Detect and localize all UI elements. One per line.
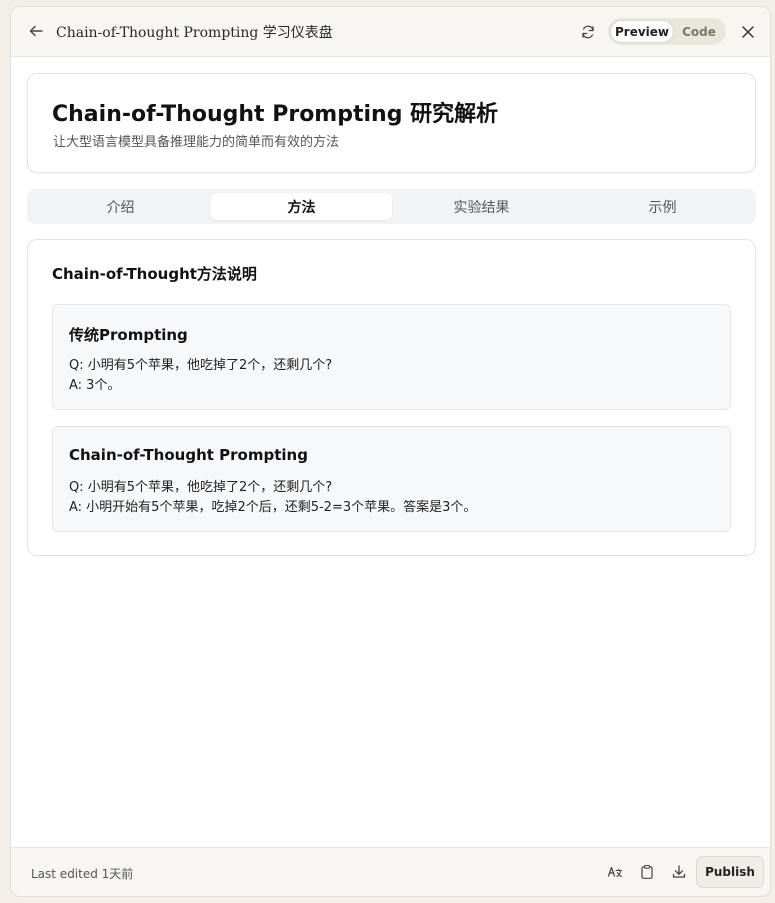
- code-toggle-option[interactable]: Code: [674, 20, 724, 43]
- clipboard-icon: [641, 864, 653, 879]
- tab-method[interactable]: 方法: [211, 193, 392, 220]
- translate-button[interactable]: [604, 861, 626, 883]
- example-answer: A: 小明开始有5个苹果，吃掉2个后，还剩5-2=3个苹果。答案是3个。: [69, 500, 477, 515]
- refresh-icon: [582, 25, 594, 39]
- download-button[interactable]: [668, 861, 690, 883]
- translate-icon: [607, 866, 623, 878]
- copy-button[interactable]: [636, 861, 658, 883]
- top-bar: Chain-of-Thought Prompting 学习仪表盘 Preview…: [11, 7, 770, 57]
- artifact-window: Chain-of-Thought Prompting 学习仪表盘 Preview…: [10, 6, 771, 897]
- cot-prompting-example: Chain-of-Thought Prompting Q: 小明有5个苹果，他吃…: [52, 426, 731, 532]
- preview-content: Chain-of-Thought Prompting 研究解析 让大型语言模型具…: [11, 58, 770, 848]
- page-title: Chain-of-Thought Prompting 研究解析: [52, 102, 499, 127]
- tab-bar: 介绍 方法 实验结果 示例: [27, 189, 756, 224]
- publish-button[interactable]: Publish: [696, 856, 764, 888]
- preview-toggle-option[interactable]: Preview: [610, 20, 674, 43]
- refresh-button[interactable]: [577, 21, 599, 43]
- arrow-left-icon: [29, 25, 43, 37]
- tab-examples[interactable]: 示例: [572, 193, 753, 220]
- preview-code-toggle: Preview Code: [608, 18, 726, 45]
- last-edited-text: Last edited 1天前: [31, 867, 134, 881]
- download-icon: [672, 865, 686, 878]
- page-subtitle: 让大型语言模型具备推理能力的简单而有效的方法: [53, 135, 340, 150]
- section-title: Chain-of-Thought方法说明: [52, 265, 257, 283]
- tab-results[interactable]: 实验结果: [391, 193, 572, 220]
- standard-prompting-example: 传统Prompting Q: 小明有5个苹果，他吃掉了2个，还剩几个? A: 3…: [52, 304, 731, 410]
- app-title: Chain-of-Thought Prompting 学习仪表盘: [56, 25, 333, 41]
- tab-intro[interactable]: 介绍: [30, 193, 211, 220]
- method-card: Chain-of-Thought方法说明 传统Prompting Q: 小明有5…: [27, 239, 756, 556]
- bottom-bar: Last edited 1天前 Publish: [11, 847, 770, 896]
- example-question: Q: 小明有5个苹果，他吃掉了2个，还剩几个?: [69, 480, 333, 495]
- example-title: 传统Prompting: [69, 326, 188, 344]
- header-card: Chain-of-Thought Prompting 研究解析 让大型语言模型具…: [27, 73, 756, 173]
- back-button[interactable]: [25, 20, 47, 42]
- close-icon: [742, 26, 754, 38]
- example-title: Chain-of-Thought Prompting: [69, 446, 308, 464]
- close-button[interactable]: [737, 21, 759, 43]
- example-question: Q: 小明有5个苹果，他吃掉了2个，还剩几个?: [69, 358, 333, 373]
- example-answer: A: 3个。: [69, 378, 121, 393]
